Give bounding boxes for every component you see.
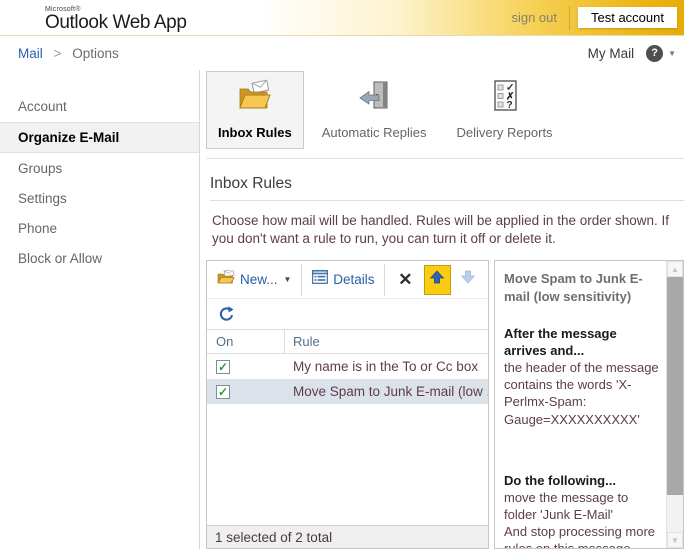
tab-delivery-reports-label: Delivery Reports [456, 125, 552, 140]
rules-list-empty-area [207, 404, 488, 525]
move-rule-up-button[interactable] [424, 265, 451, 295]
header-right: sign out Test account [511, 6, 684, 30]
rules-table-header: On Rule [207, 329, 488, 354]
header-divider [569, 6, 570, 30]
inbox-rules-icon [237, 79, 273, 118]
rules-toolbar-row2 [207, 299, 488, 329]
my-mail-link[interactable]: My Mail [588, 46, 635, 61]
help-caret-icon[interactable]: ▼ [668, 49, 676, 58]
sidebar-item-phone[interactable]: Phone [0, 214, 199, 243]
details-icon [312, 270, 328, 289]
breadcrumb-separator: > [54, 46, 62, 61]
account-name-button[interactable]: Test account [578, 7, 677, 28]
app-title: Outlook Web App [45, 13, 187, 32]
scroll-up-icon[interactable]: ▲ [667, 261, 683, 277]
sidebar-item-account[interactable]: Account [0, 92, 199, 121]
refresh-icon[interactable] [218, 306, 234, 322]
rule-detail-content: Move Spam to Junk E-mail (low sensitivit… [495, 261, 666, 548]
rules-panes: New... ▼ [206, 260, 684, 549]
tab-automatic-replies[interactable]: Automatic Replies [310, 71, 439, 149]
rules-toolbar: New... ▼ [207, 261, 488, 299]
table-row[interactable]: ✓ My name is in the To or Cc box [207, 354, 488, 379]
breadcrumb: Mail > Options [18, 46, 119, 61]
scrollbar-track[interactable] [667, 495, 683, 532]
scroll-down-icon[interactable]: ▼ [667, 532, 683, 548]
check-icon: ✓ [218, 362, 228, 372]
details-label: Details [333, 272, 374, 287]
breadcrumb-mail-link[interactable]: Mail [18, 46, 43, 61]
details-button[interactable]: Details [306, 266, 380, 293]
tab-inbox-rules[interactable]: Inbox Rules [206, 71, 304, 149]
status-bar: 1 selected of 2 total [207, 525, 488, 548]
app-header: Microsoft® Outlook Web App sign out Test… [0, 0, 684, 36]
rule-action-line1: move the message to folder 'Junk E-Mail' [504, 489, 661, 523]
tab-strip: Inbox Rules Automatic Replies [206, 70, 684, 159]
main-content: Inbox Rules Automatic Replies [200, 70, 684, 549]
rule-name: Move Spam to Junk E-mail (low ... [285, 384, 488, 399]
column-header-rule[interactable]: Rule [285, 334, 320, 349]
tab-automatic-replies-label: Automatic Replies [322, 125, 427, 140]
rule-action-heading: Do the following... [504, 472, 661, 489]
sidebar-item-block-or-allow[interactable]: Block or Allow [0, 244, 199, 273]
rule-action-line2: And stop processing more rules on this m… [504, 523, 661, 548]
rule-enabled-checkbox[interactable]: ✓ [216, 360, 230, 374]
breadcrumb-bar: Mail > Options My Mail ? ▼ [0, 36, 684, 70]
toolbar-separator [384, 264, 385, 296]
app-logo: Microsoft® Outlook Web App [0, 4, 187, 32]
options-sidebar: Account Organize E-Mail Groups Settings … [0, 70, 200, 549]
rule-name: My name is in the To or Cc box [285, 359, 478, 374]
rule-detail-title: Move Spam to Junk E-mail (low sensitivit… [504, 270, 661, 304]
toolbar-separator [301, 264, 302, 296]
sidebar-item-settings[interactable]: Settings [0, 184, 199, 213]
rule-on-cell: ✓ [207, 360, 285, 374]
delivery-reports-icon: ✓ ✗ ? [487, 79, 523, 118]
tab-inbox-rules-label: Inbox Rules [218, 125, 292, 140]
body: Account Organize E-Mail Groups Settings … [0, 70, 684, 549]
section-title: Inbox Rules [210, 175, 684, 201]
rules-list-pane: New... ▼ [206, 260, 489, 549]
detail-scrollbar[interactable]: ▲ ▼ [666, 261, 683, 548]
move-rule-down-button[interactable] [455, 265, 482, 295]
help-icon[interactable]: ? [646, 45, 663, 62]
check-icon: ✓ [218, 387, 228, 397]
rule-detail-pane: Move Spam to Junk E-mail (low sensitivit… [494, 260, 684, 549]
up-arrow-icon [429, 269, 445, 290]
column-header-on[interactable]: On [207, 330, 285, 353]
svg-text:?: ? [506, 100, 512, 111]
rule-condition-heading: After the message arrives and... [504, 325, 661, 359]
sidebar-item-organize-email[interactable]: Organize E-Mail [0, 122, 199, 153]
new-rule-caret-icon: ▼ [284, 275, 292, 284]
rule-enabled-checkbox[interactable]: ✓ [216, 385, 230, 399]
tab-delivery-reports[interactable]: ✓ ✗ ? Delivery Reports [444, 71, 564, 149]
outlook-web-app-options-page: Microsoft® Outlook Web App sign out Test… [0, 0, 684, 549]
delete-rule-icon[interactable]: ✕ [389, 268, 421, 292]
rule-condition-text: the header of the message contains the w… [504, 359, 661, 428]
section-description: Choose how mail will be handled. Rules w… [212, 212, 684, 248]
breadcrumb-options: Options [72, 46, 119, 61]
table-row[interactable]: ✓ Move Spam to Junk E-mail (low ... [207, 379, 488, 404]
breadcrumb-right: My Mail ? ▼ [588, 45, 676, 62]
new-rule-button[interactable]: New... ▼ [211, 266, 297, 294]
rule-on-cell: ✓ [207, 385, 285, 399]
sidebar-item-groups[interactable]: Groups [0, 154, 199, 183]
down-arrow-icon [460, 269, 476, 290]
new-rule-label: New... [240, 272, 278, 287]
new-folder-icon [217, 270, 235, 290]
automatic-replies-icon [356, 79, 392, 118]
scrollbar-thumb[interactable] [667, 277, 683, 495]
sign-out-link[interactable]: sign out [511, 10, 557, 25]
